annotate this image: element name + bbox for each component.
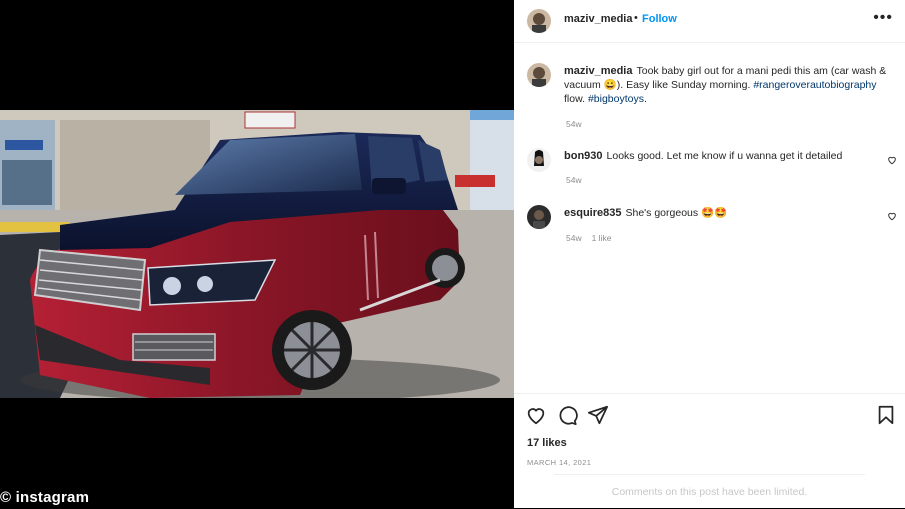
post-media: © instagram bbox=[0, 0, 514, 508]
ellipsis-icon[interactable]: ••• bbox=[873, 9, 893, 27]
comments-limited-notice: Comments on this post have been limited. bbox=[554, 474, 865, 509]
heart-icon[interactable] bbox=[887, 155, 897, 165]
comment-likes[interactable]: 1 like bbox=[592, 233, 612, 243]
post-caption: maziv_media Took baby girl out for a mani… bbox=[564, 64, 894, 106]
comment-meta: 54w 1 like bbox=[566, 233, 621, 243]
follow-button[interactable]: Follow bbox=[642, 13, 677, 25]
comment-item: bon930 Looks good. Let me know if u wanna… bbox=[564, 149, 894, 163]
post-photo[interactable] bbox=[0, 110, 514, 398]
car-photo bbox=[0, 110, 514, 398]
caption-mid: flow. bbox=[564, 93, 588, 105]
heart-icon[interactable] bbox=[525, 404, 547, 426]
post-date: MARCH 14, 2021 bbox=[527, 458, 592, 467]
caption-avatar[interactable] bbox=[527, 63, 551, 87]
post-actions: 17 likes MARCH 14, 2021 bbox=[514, 393, 905, 474]
separator-dot: • bbox=[634, 12, 638, 24]
commenter-username[interactable]: esquire835 bbox=[564, 207, 621, 219]
comment-item: esquire835 She's gorgeous 🤩🤩 bbox=[564, 206, 894, 220]
author-username[interactable]: maziv_media bbox=[564, 13, 632, 25]
instagram-watermark: © instagram bbox=[0, 489, 90, 506]
post-header: maziv_media • Follow ••• bbox=[514, 0, 905, 43]
caption-end: . bbox=[643, 93, 647, 105]
comment-text: Looks good. Let me know if u wanna get i… bbox=[606, 150, 843, 162]
commenter-avatar[interactable] bbox=[527, 205, 551, 229]
comment-meta: 54w bbox=[566, 175, 592, 185]
comment-icon[interactable] bbox=[556, 404, 578, 426]
author-avatar[interactable] bbox=[527, 9, 551, 33]
bookmark-icon[interactable] bbox=[875, 404, 897, 426]
caption-meta: 54w bbox=[566, 119, 592, 129]
like-count[interactable]: 17 likes bbox=[527, 437, 567, 449]
comment-text: She's gorgeous 🤩🤩 bbox=[625, 207, 728, 219]
comment-age: 54w bbox=[566, 233, 582, 243]
hashtag-link[interactable]: #rangeroverautobiography bbox=[753, 79, 876, 91]
commenter-username[interactable]: bon930 bbox=[564, 150, 603, 162]
caption-username[interactable]: maziv_media bbox=[564, 65, 632, 77]
post-sidebar: maziv_media • Follow ••• maziv_media Took… bbox=[514, 0, 905, 508]
hashtag-link[interactable]: #bigboytoys bbox=[588, 93, 644, 105]
comment-age: 54w bbox=[566, 175, 582, 185]
paper-plane-icon[interactable] bbox=[587, 404, 609, 426]
caption-age: 54w bbox=[566, 119, 582, 129]
commenter-avatar[interactable] bbox=[527, 148, 551, 172]
heart-icon[interactable] bbox=[887, 211, 897, 221]
